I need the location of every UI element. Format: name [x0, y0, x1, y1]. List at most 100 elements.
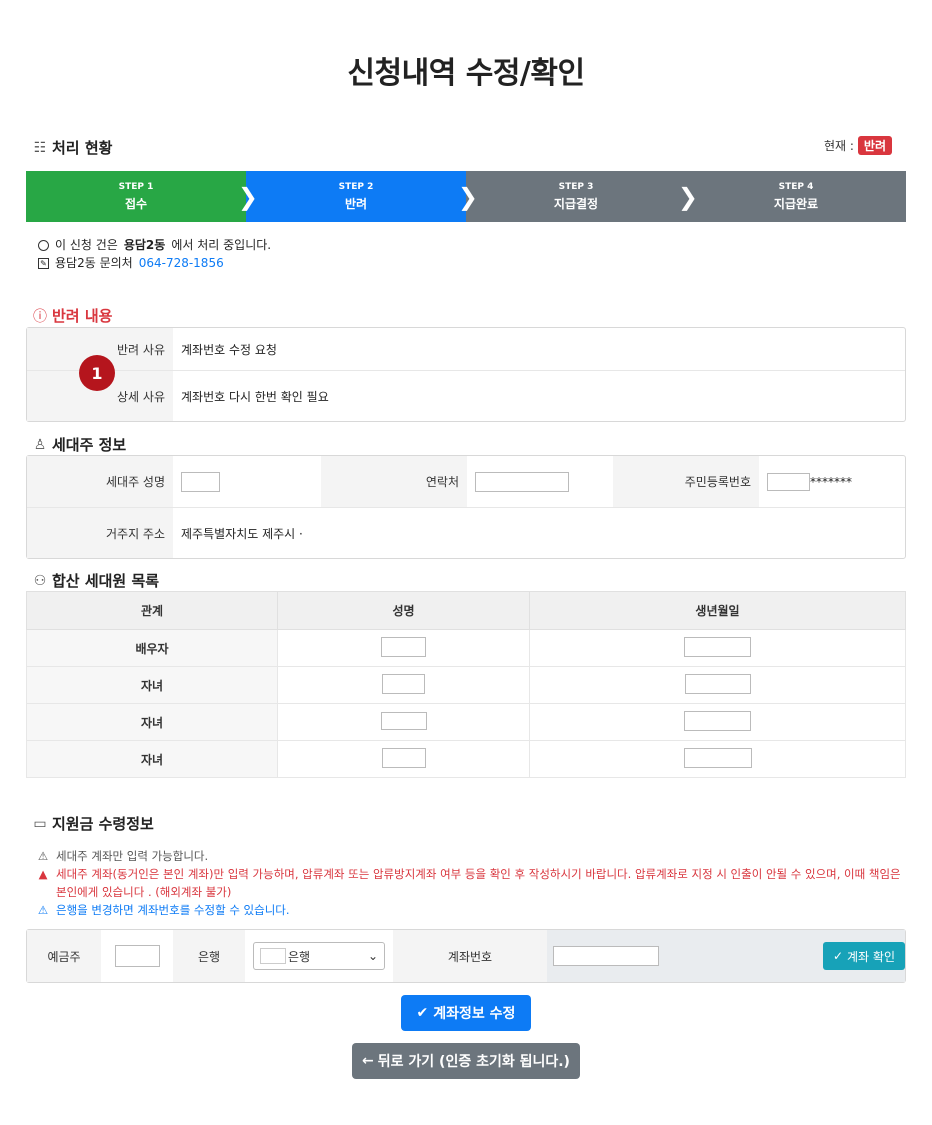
holder-cell — [101, 930, 173, 982]
contact-line: ✎ 용담2동 문의처 064-728-1856 — [38, 254, 271, 272]
account-cell: ✓ 계좌 확인 — [547, 930, 905, 982]
members-heading: ⚇ 합산 세대원 목록 — [32, 570, 159, 591]
status-badge: 반려 — [857, 136, 892, 155]
note-1: ⚠ 세대주 계좌만 입력 가능합니다. — [36, 847, 901, 865]
bank-logo-box — [260, 948, 286, 964]
member-birth-input[interactable] — [684, 636, 751, 657]
rrn-input[interactable] — [767, 472, 810, 491]
note-2-text: 세대주 계좌(동거인은 본인 계좌)만 입력 가능하며, 압류계좌 또는 압류방… — [56, 867, 901, 881]
rrn-mask: ******* — [810, 474, 852, 489]
payment-notes: ⚠ 세대주 계좌만 입력 가능합니다. ▲ 세대주 계좌(동거인은 본인 계좌)… — [36, 847, 901, 919]
chevron-right-icon: ❯ — [457, 183, 478, 211]
member-birth-input[interactable] — [684, 710, 751, 731]
step-num: STEP 4 — [778, 181, 814, 192]
table-row: 배우자 — [26, 629, 906, 667]
progress-steps: STEP 1 접수 ❯ STEP 2 반려 ❯ STEP 3 지급결정 ❯ ST… — [26, 171, 906, 222]
member-name-input[interactable] — [381, 747, 426, 768]
address-label: 거주지 주소 — [27, 508, 173, 558]
verify-account-button[interactable]: ✓ 계좌 확인 — [822, 942, 905, 970]
note-2: ▲ 세대주 계좌(동거인은 본인 계좌)만 입력 가능하며, 압류계좌 또는 압… — [36, 865, 901, 883]
step-num: STEP 1 — [118, 181, 154, 192]
member-name-cell — [277, 629, 530, 667]
warning-icon: ▲ — [38, 867, 48, 881]
status-heading-label: 처리 현황 — [52, 139, 113, 157]
reason-value: 계좌번호 수정 요청 — [181, 342, 277, 357]
contact-cell — [467, 456, 613, 507]
householder-row-1: 세대주 성명 연락처 주민등록번호 ******* — [27, 456, 905, 508]
people-icon: ⚇ — [33, 572, 47, 589]
memo-icon: ✎ — [38, 257, 49, 269]
arrow-left-icon: ← — [362, 1053, 374, 1069]
circle-icon — [38, 239, 49, 251]
col-birthdate: 생년월일 — [529, 591, 906, 630]
current-status: 현재 : 반려 — [824, 136, 892, 155]
relation-cell: 배우자 — [26, 629, 278, 667]
account-form: 예금주 은행 은행 ⌄ 계좌번호 ✓ 계좌 확인 — [26, 929, 906, 983]
name-input[interactable] — [181, 471, 220, 492]
member-birth-input[interactable] — [684, 673, 751, 694]
contact-label: 연락처 — [321, 456, 467, 507]
table-header-row: 관계 성명 생년월일 — [26, 591, 906, 630]
back-button[interactable]: ← 뒤로 가기 (인증 초기화 됩니다.) — [352, 1043, 580, 1079]
step-num: STEP 2 — [338, 181, 374, 192]
step-label: 지급결정 — [553, 196, 599, 211]
name-cell — [173, 456, 321, 507]
member-birth-cell — [529, 740, 906, 778]
step-4: STEP 4 지급완료 — [686, 171, 906, 222]
step-1: STEP 1 접수 ❯ — [26, 171, 258, 222]
name-label: 세대주 성명 — [27, 456, 173, 507]
warning-icon: ⚠ — [37, 849, 49, 863]
address-value: 제주특별자치도 제주시 · — [181, 526, 303, 541]
note-1-text: 세대주 계좌만 입력 가능합니다. — [56, 849, 209, 863]
account-input[interactable] — [553, 946, 659, 966]
office-line-post: 에서 처리 중입니다. — [171, 238, 272, 252]
member-name-input[interactable] — [380, 711, 427, 730]
rejection-heading: ⓘ 반려 내용 — [32, 305, 112, 326]
account-label: 계좌번호 — [393, 930, 547, 982]
check-icon: ✓ — [832, 949, 844, 963]
office-line: 이 신청 건은 용담2동 에서 처리 중입니다. — [38, 236, 271, 254]
member-birth-input[interactable] — [683, 747, 752, 768]
member-name-input[interactable] — [381, 636, 426, 657]
step-3: STEP 3 지급결정 ❯ — [466, 171, 698, 222]
contact-phone[interactable]: 064-728-1856 — [139, 254, 224, 272]
rejection-box: 반려 사유 계좌번호 수정 요청 상세 사유 계좌번호 다시 한번 확인 필요 — [26, 327, 906, 422]
member-birth-cell — [529, 629, 906, 667]
step-label: 반려 — [344, 196, 368, 211]
member-name-cell — [277, 703, 530, 741]
check-icon: ✔ — [416, 1005, 429, 1021]
holder-input[interactable] — [114, 945, 160, 967]
relation-cell: 자녀 — [26, 740, 278, 778]
col-name: 성명 — [277, 591, 530, 630]
step-label: 접수 — [124, 196, 148, 211]
rrn-cell: ******* — [759, 456, 905, 507]
contact-input[interactable] — [475, 471, 569, 492]
relation-cell: 자녀 — [26, 703, 278, 741]
payment-heading: ▭ 지원금 수령정보 — [32, 813, 154, 834]
person-icon: ♙ — [33, 436, 47, 453]
step-label: 지급완료 — [773, 196, 819, 211]
office-name: 용담2동 — [123, 238, 166, 252]
payment-heading-label: 지원금 수령정보 — [52, 815, 154, 833]
office-line-pre: 이 신청 건은 — [55, 238, 118, 252]
bank-select[interactable]: 은행 ⌄ — [253, 942, 385, 970]
relation-cell: 자녀 — [26, 666, 278, 704]
bank-cell: 은행 ⌄ — [245, 930, 393, 982]
edit-account-button[interactable]: ✔ 계좌정보 수정 — [401, 995, 531, 1031]
info-circle-icon: ⓘ — [33, 308, 47, 325]
reason-row: 반려 사유 계좌번호 수정 요청 — [27, 328, 905, 371]
members-heading-label: 합산 세대원 목록 — [52, 572, 160, 590]
status-heading: ☷ 처리 현황 — [32, 137, 113, 158]
checklist-icon: ☷ — [33, 139, 47, 156]
householder-heading: ♙ 세대주 정보 — [32, 434, 127, 455]
warning-icon: ⚠ — [37, 903, 49, 917]
bank-selected-label: 은행 — [288, 949, 311, 964]
member-name-input[interactable] — [382, 673, 425, 694]
householder-heading-label: 세대주 정보 — [52, 436, 127, 454]
contact-label: 용담2동 문의처 — [55, 256, 133, 270]
current-label: 현재 : — [823, 139, 854, 153]
detail-value: 계좌번호 다시 한번 확인 필요 — [181, 389, 329, 404]
table-row: 자녀 — [26, 666, 906, 704]
step-num: STEP 3 — [558, 181, 594, 192]
table-row: 자녀 — [26, 703, 906, 741]
